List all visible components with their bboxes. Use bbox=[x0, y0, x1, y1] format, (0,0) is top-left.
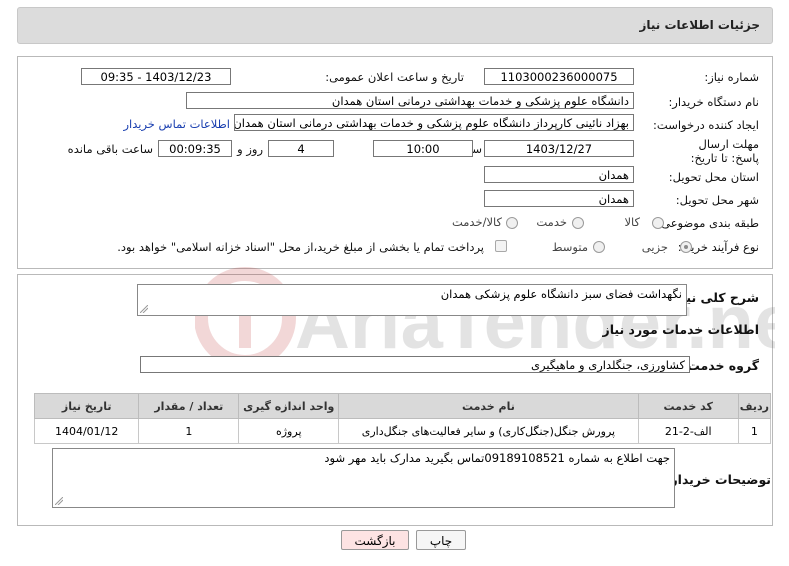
col-unit: واحد اندازه گیری bbox=[238, 393, 340, 419]
treasury-payment-note: پرداخت تمام یا بخشی از مبلغ خرید،از محل … bbox=[117, 240, 484, 254]
category-label: طبقه بندی موضوعی: bbox=[657, 216, 759, 230]
table-row: 1 الف-2-21 پرورش جنگل(جنگل‌کاری) و سایر … bbox=[33, 418, 772, 444]
buyer-notes-field: جهت اطلاع به شماره 09189108521تماس بگیری… bbox=[52, 448, 675, 508]
category-option-goods-service: کالا/خدمت bbox=[451, 215, 502, 229]
cell-qty: 1 bbox=[138, 418, 240, 444]
table-header-row: ردیف کد خدمت نام خدمت واحد اندازه گیری ت… bbox=[33, 393, 772, 419]
days-remaining-field: 4 bbox=[268, 140, 334, 157]
summary-field: نگهداشت فضای سبز دانشگاه علوم پزشکی همدا… bbox=[137, 284, 687, 316]
cell-name: پرورش جنگل(جنگل‌کاری) و سایر فعالیت‌های … bbox=[338, 418, 639, 444]
city-label: شهر محل تحویل: bbox=[675, 193, 759, 207]
announce-datetime-label: تاریخ و ساعت اعلان عمومی: bbox=[325, 70, 464, 84]
page-title: جزئیات اطلاعات نیاز bbox=[639, 18, 760, 32]
buyer-org-field: دانشگاه علوم پزشکی و خدمات بهداشتی درمان… bbox=[186, 92, 634, 109]
deadline-label: مهلت ارسال پاسخ: تا تاریخ: bbox=[690, 137, 759, 165]
category-radio-service[interactable] bbox=[572, 217, 584, 229]
services-section-title: اطلاعات خدمات مورد نیاز bbox=[602, 322, 760, 337]
resize-grip-icon[interactable] bbox=[55, 497, 63, 505]
creator-field: بهزاد نائینی کارپرداز دانشگاه علوم پزشکی… bbox=[234, 114, 634, 131]
cell-row: 1 bbox=[737, 418, 772, 444]
remaining-time-field: 00:09:35 bbox=[158, 140, 232, 157]
city-field: همدان bbox=[484, 190, 634, 207]
col-row: ردیف bbox=[737, 393, 772, 419]
services-table: ردیف کد خدمت نام خدمت واحد اندازه گیری ت… bbox=[33, 393, 772, 444]
back-button[interactable]: بازگشت bbox=[341, 530, 409, 550]
buyer-notes-text: جهت اطلاع به شماره 09189108521تماس بگیری… bbox=[324, 451, 670, 465]
category-radio-goods[interactable] bbox=[652, 217, 664, 229]
announce-datetime-field: 1403/12/23 - 09:35 bbox=[81, 68, 231, 85]
col-qty: تعداد / مقدار bbox=[138, 393, 240, 419]
service-group-field: کشاورزی، جنگلداری و ماهیگیری bbox=[140, 356, 690, 373]
service-group-label: گروه خدمت: bbox=[682, 358, 759, 373]
need-info-panel bbox=[17, 56, 773, 269]
col-date: تاریخ نیاز bbox=[33, 393, 140, 419]
process-radio-minor[interactable] bbox=[680, 241, 692, 253]
category-option-goods: کالا bbox=[624, 215, 640, 229]
buyer-notes-label: توضیحات خریدار: bbox=[665, 472, 771, 487]
remaining-time-label: ساعت باقی مانده bbox=[67, 142, 153, 156]
province-field: همدان bbox=[484, 166, 634, 183]
summary-text: نگهداشت فضای سبز دانشگاه علوم پزشکی همدا… bbox=[440, 287, 682, 301]
cell-date: 1404/01/12 bbox=[33, 418, 140, 444]
treasury-payment-checkbox[interactable] bbox=[495, 240, 507, 252]
category-option-service: خدمت bbox=[536, 215, 567, 229]
process-option-medium: متوسط bbox=[551, 240, 588, 254]
deadline-time-field: 10:00 bbox=[373, 140, 473, 157]
need-number-field: 1103000236000075 bbox=[484, 68, 634, 85]
print-button[interactable]: چاپ bbox=[416, 530, 466, 550]
category-radio-goods-service[interactable] bbox=[506, 217, 518, 229]
process-option-minor: جزیی bbox=[641, 240, 668, 254]
col-code: کد خدمت bbox=[637, 393, 739, 419]
cell-code: الف-2-21 bbox=[637, 418, 739, 444]
creator-label: ایجاد کننده درخواست: bbox=[653, 118, 759, 132]
process-radio-medium[interactable] bbox=[593, 241, 605, 253]
resize-grip-icon[interactable] bbox=[140, 305, 148, 313]
deadline-date-field: 1403/12/27 bbox=[484, 140, 634, 157]
province-label: استان محل تحویل: bbox=[668, 170, 759, 184]
col-name: نام خدمت bbox=[338, 393, 639, 419]
page-header: جزئیات اطلاعات نیاز bbox=[17, 7, 773, 44]
cell-unit: پروژه bbox=[238, 418, 340, 444]
buyer-org-label: نام دستگاه خریدار: bbox=[668, 95, 759, 109]
buyer-contact-link[interactable]: اطلاعات تماس خریدار bbox=[123, 117, 230, 131]
days-label: روز و bbox=[237, 142, 263, 156]
need-number-label: شماره نیاز: bbox=[704, 70, 759, 84]
